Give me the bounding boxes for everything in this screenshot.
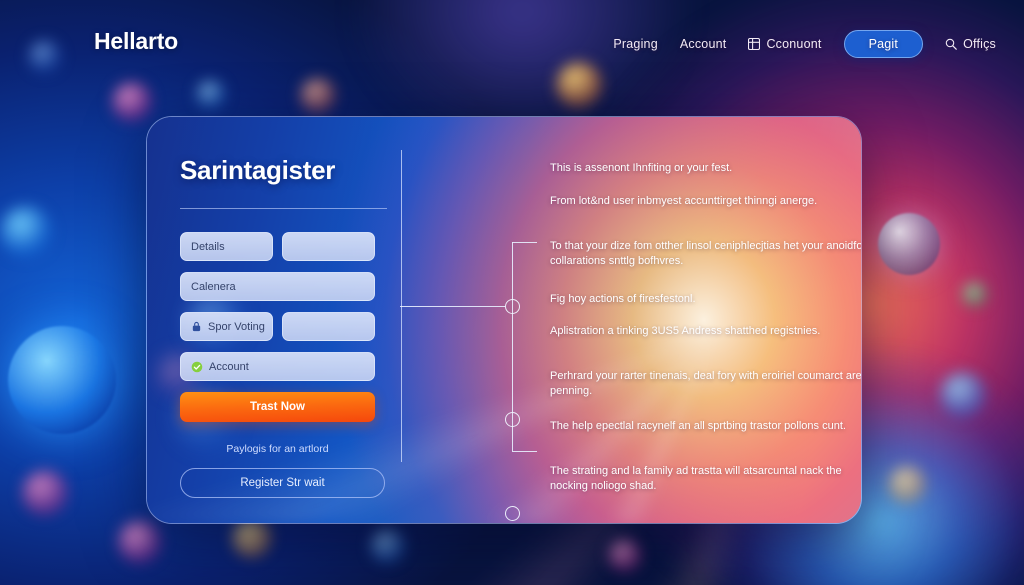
timeline-text: Perhrard your rarter tinenais, deal fory… <box>550 370 862 397</box>
nav-pill-label: Pagit <box>868 37 899 51</box>
grid-icon <box>748 37 761 51</box>
field-calenera[interactable]: Calenera <box>180 272 375 301</box>
search-icon <box>945 38 957 50</box>
decorative-orb <box>0 206 52 258</box>
lock-icon <box>191 321 202 332</box>
card-title: Sarintagister <box>180 155 336 185</box>
title-divider <box>180 208 387 209</box>
form-row: Account <box>180 352 376 381</box>
form-row: Spor Voting <box>180 312 376 341</box>
decorative-orb <box>962 282 988 308</box>
timeline-node[interactable] <box>505 506 520 521</box>
nav-item-cconuont[interactable]: Cconuont <box>748 37 821 51</box>
decorative-orb <box>112 82 152 122</box>
timeline-bracket-bottom <box>512 451 537 452</box>
field-spor-voting[interactable]: Spor Voting <box>180 312 273 341</box>
timeline-node[interactable] <box>505 299 520 314</box>
decorative-orb <box>232 518 272 558</box>
card-left-panel: Sarintagister Details Calenera Spor Voti… <box>147 117 402 523</box>
decorative-orb <box>888 466 926 504</box>
card-timeline-panel: This is assenont Ihnfiting or your fest.… <box>400 117 862 523</box>
field-empty-1[interactable] <box>282 232 375 261</box>
register-button[interactable]: Register Str wait <box>180 468 385 498</box>
field-label: Account <box>209 360 249 373</box>
form-row: Calenera <box>180 272 376 301</box>
registration-card: Sarintagister Details Calenera Spor Voti… <box>146 116 862 524</box>
nav-item-account[interactable]: Account <box>680 37 727 51</box>
site-header: Hellarto Praging Account Cconuont Pagit <box>0 0 1024 86</box>
nav-item-offics[interactable]: Offiçs <box>945 37 996 51</box>
decorative-orb <box>878 213 940 275</box>
timeline-text: This is assenont Ihnfiting or your fest. <box>550 162 733 174</box>
field-label: Details <box>191 240 225 253</box>
decorative-orb <box>940 372 986 418</box>
timeline-bracket-top <box>512 242 537 243</box>
decorative-orb <box>608 538 642 572</box>
form-sub-note: Paylogis for an artlord <box>226 443 329 455</box>
decorative-orb <box>22 470 68 516</box>
nav-item-label: Cconuont <box>766 37 822 51</box>
logo[interactable]: Hellarto <box>94 28 178 55</box>
nav-pill-pagit[interactable]: Pagit <box>843 30 924 58</box>
field-details[interactable]: Details <box>180 232 273 261</box>
main-navigation: Praging Account Cconuont Pagit Offiçs <box>613 30 996 58</box>
nav-item-label: Praging <box>613 37 658 51</box>
timeline-text: The help epectlal racynelf an all sprtbi… <box>550 420 846 432</box>
timeline-text: From lot&nd user inbmyest accunttirget t… <box>550 195 818 207</box>
nav-item-praging[interactable]: Praging <box>613 37 658 51</box>
registration-form: Details Calenera Spor Voting Account Tra… <box>180 232 385 498</box>
field-label: Spor Voting <box>208 320 265 333</box>
check-circle-icon <box>191 361 203 373</box>
decorative-orb <box>8 326 116 434</box>
trust-now-button[interactable]: Trast Now <box>180 392 375 422</box>
field-empty-2[interactable] <box>282 312 375 341</box>
timeline-text: To that your dize fom otther linsol ceni… <box>550 240 862 267</box>
timeline-text: The strating and la family ad trastta wi… <box>550 465 842 492</box>
field-label: Calenera <box>191 280 236 293</box>
timeline-node[interactable] <box>505 412 520 427</box>
timeline-connector-line <box>400 306 505 307</box>
nav-item-label: Offiçs <box>963 37 996 51</box>
nav-item-label: Account <box>679 37 727 51</box>
timeline-text: Fig hoy actions of firesfestonl. <box>550 293 696 305</box>
form-row: Details <box>180 232 376 261</box>
decorative-orb <box>118 520 162 564</box>
field-account[interactable]: Account <box>180 352 375 381</box>
timeline-text: Aplistration a tinking 3US5 Andress shat… <box>550 325 821 337</box>
decorative-orb <box>370 528 406 564</box>
